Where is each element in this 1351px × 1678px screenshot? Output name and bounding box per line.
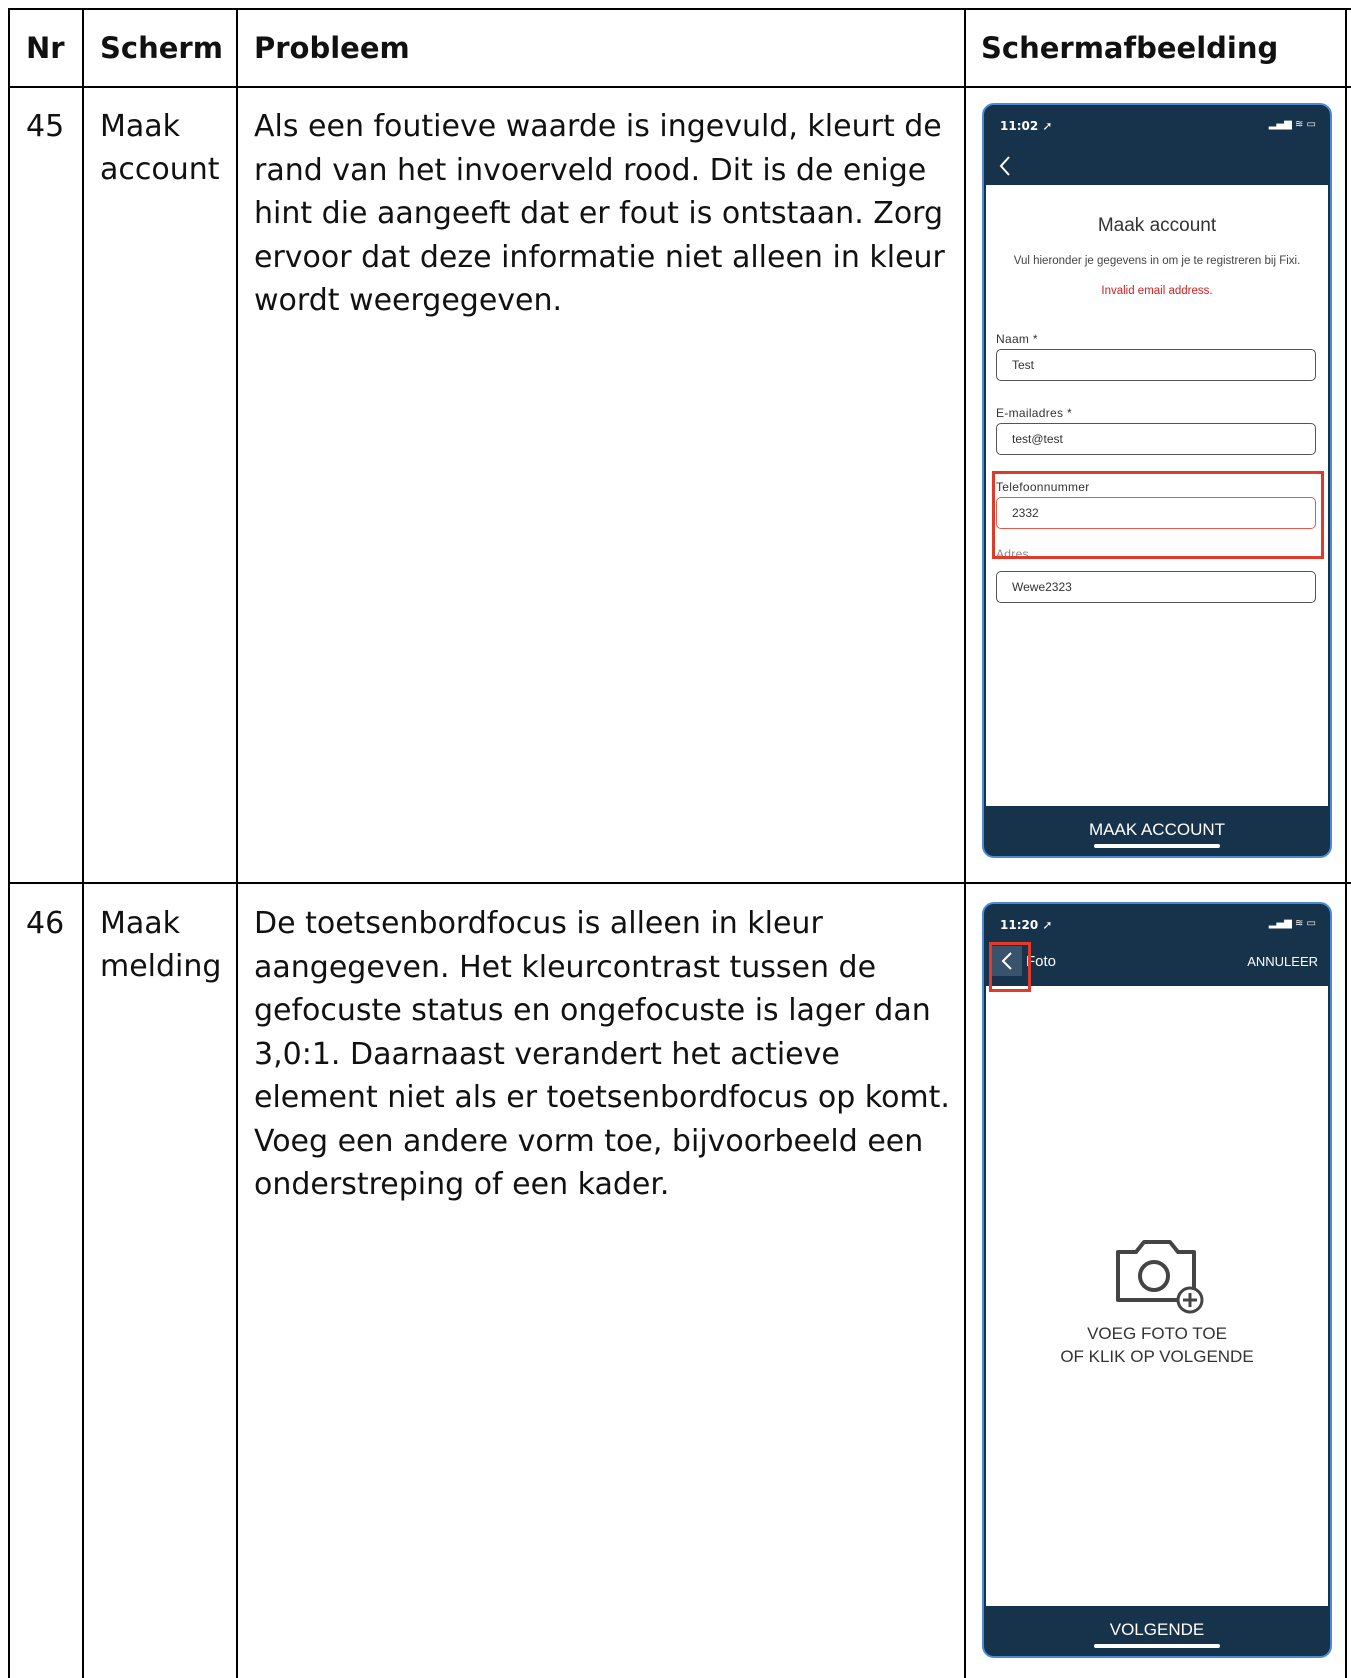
screenshot-maak-account: 11:02 ➚ ▂▄▆ ≋ ▭ Maak account Vul hierond… bbox=[982, 103, 1332, 858]
status-time: 11:20 ➚ bbox=[1000, 918, 1053, 932]
app-screen: VOEG FOTO TOE OF KLIK OP VOLGENDE bbox=[986, 986, 1328, 1606]
annuleer-button[interactable]: ANNULEER bbox=[1247, 954, 1318, 969]
problem-line: ervoor dat deze informatie niet alleen i… bbox=[254, 239, 945, 275]
screen-name-line: Maak bbox=[100, 109, 181, 144]
problem-line: rand van het invoerveld rood. Dit is de … bbox=[254, 152, 927, 188]
field-label-email: E-mailadres * bbox=[996, 406, 1072, 420]
adres-input[interactable]: Wewe2323 bbox=[996, 571, 1316, 603]
chevron-left-icon bbox=[999, 156, 1010, 176]
error-message: Invalid email address. bbox=[1101, 285, 1213, 297]
table-top-border bbox=[8, 8, 1351, 10]
problem-line: aangegeven. Het kleurcontrast tussen de bbox=[254, 949, 877, 985]
header-probleem: Probleem bbox=[254, 31, 410, 65]
button-label: VOLGENDE bbox=[1109, 1620, 1205, 1639]
button-label: MAAK ACCOUNT bbox=[1088, 820, 1226, 839]
header-schermafbeelding: Schermafbeelding bbox=[981, 31, 1279, 65]
screenshot-maak-melding: 11:20 ➚ ▂▄▆ ≋ ▭ Foto ANNULEER VOEG FOTO … bbox=[982, 902, 1332, 1658]
home-indicator bbox=[1094, 1644, 1220, 1648]
problem-line: onderstreping of een kader. bbox=[254, 1167, 670, 1202]
screen-name-line: melding bbox=[100, 949, 222, 984]
camera-plus-icon bbox=[1116, 1240, 1204, 1314]
problem-line: De toetsenbordfocus is alleen in kleur bbox=[254, 906, 823, 941]
field-label-naam: Naam * bbox=[996, 332, 1038, 346]
highlight-box bbox=[989, 942, 1031, 992]
nav-bar: Foto ANNULEER bbox=[984, 944, 1330, 984]
row-divider bbox=[8, 882, 1351, 884]
row-number: 45 bbox=[26, 109, 65, 144]
page-subtitle: Vul hieronder je gegevens in om je te re… bbox=[1013, 255, 1301, 267]
screen-name-line: Maak bbox=[100, 906, 181, 941]
prompt-line: VOEG FOTO TOE bbox=[1087, 1324, 1227, 1343]
add-photo-prompt: VOEG FOTO TOE OF KLIK OP VOLGENDE bbox=[986, 1322, 1328, 1368]
volgende-button[interactable]: VOLGENDE bbox=[984, 1606, 1330, 1656]
problem-description: Als een foutieve waarde is ingevuld, kle… bbox=[254, 105, 964, 323]
header-bottom-border bbox=[8, 86, 1351, 88]
header-nr: Nr bbox=[26, 31, 65, 65]
screen-name: Maak account bbox=[100, 105, 220, 191]
status-icons: ▂▄▆ ≋ ▭ bbox=[1268, 119, 1316, 130]
problem-line: Voeg een andere vorm toe, bijvoorbeeld e… bbox=[254, 1123, 924, 1159]
status-time-text: 11:02 bbox=[1000, 119, 1039, 133]
prompt-line: OF KLIK OP VOLGENDE bbox=[1060, 1347, 1254, 1366]
status-time-text: 11:20 bbox=[1000, 918, 1039, 932]
highlight-box bbox=[992, 471, 1324, 559]
problem-line: wordt weergegeven. bbox=[254, 283, 563, 318]
col-divider-1 bbox=[82, 8, 84, 1678]
screen-name-line: account bbox=[100, 152, 220, 187]
home-indicator bbox=[1094, 844, 1220, 848]
problem-line: hint die aangeeft dat er fout is ontstaa… bbox=[254, 196, 944, 231]
col-divider-2 bbox=[236, 8, 238, 1678]
app-screen: Maak account Vul hieronder je gegevens i… bbox=[986, 185, 1328, 806]
page-title: Maak account bbox=[1097, 215, 1217, 236]
problem-line: element niet als er toetsenbordfocus op … bbox=[254, 1080, 950, 1115]
problem-description: De toetsenbordfocus is alleen in kleur a… bbox=[254, 902, 964, 1207]
problem-line: Als een foutieve waarde is ingevuld, kle… bbox=[254, 109, 942, 144]
table-left-border bbox=[8, 8, 10, 1678]
table-right-border bbox=[1345, 8, 1347, 1678]
problem-line: gefocuste status en ongefocuste is lager… bbox=[254, 993, 931, 1028]
status-time: 11:02 ➚ bbox=[1000, 119, 1053, 133]
email-input[interactable]: test@test bbox=[996, 423, 1316, 455]
header-scherm: Scherm bbox=[100, 31, 223, 65]
col-divider-3 bbox=[964, 8, 966, 1678]
problem-line: 3,0:1. Daarnaast verandert het actieve bbox=[254, 1036, 840, 1072]
status-icons: ▂▄▆ ≋ ▭ bbox=[1268, 918, 1316, 929]
naam-input[interactable]: Test bbox=[996, 349, 1316, 381]
screen-name: Maak melding bbox=[100, 902, 221, 988]
row-number: 46 bbox=[26, 906, 65, 941]
maak-account-button[interactable]: MAAK ACCOUNT bbox=[984, 806, 1330, 856]
